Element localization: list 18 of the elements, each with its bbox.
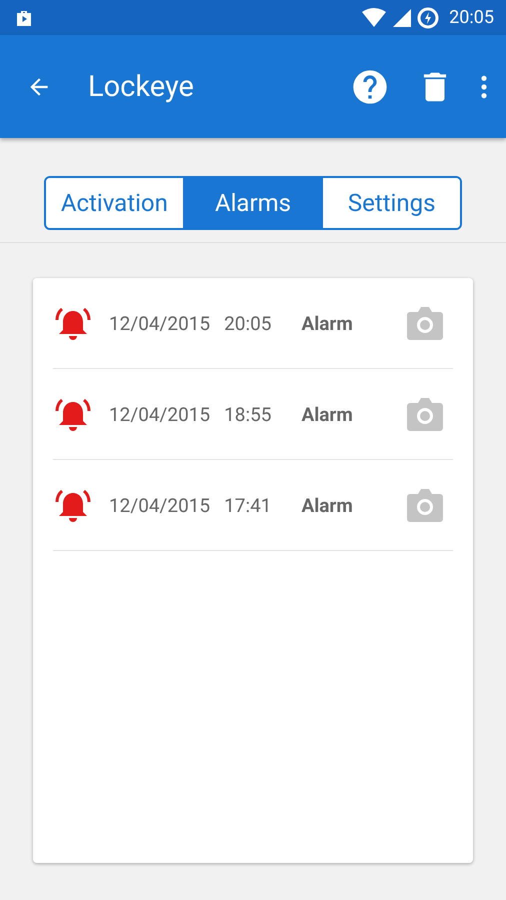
tab[interactable]: Activation: [46, 178, 183, 228]
wifi-icon: [361, 8, 388, 28]
app-title: Lockeye: [88, 70, 195, 104]
alarm-date: 12/04/2015: [109, 494, 210, 516]
clock-time: 20:05: [449, 7, 494, 28]
tab[interactable]: Settings: [321, 178, 460, 228]
alarm-type: Alarm: [301, 312, 354, 334]
alarm-time: 18:55: [224, 402, 272, 426]
alarm-time: 20:05: [224, 312, 272, 334]
battery-saver-icon: [417, 6, 440, 28]
alarm-type: Alarm: [301, 494, 354, 516]
signal-icon: [393, 8, 412, 26]
alarm-type: Alarm: [301, 402, 354, 426]
alarm-date: 12/04/2015: [109, 312, 210, 334]
alarm-date: 12/04/2015: [109, 402, 210, 426]
alarm-time: 17:41: [224, 494, 272, 516]
tab[interactable]: Alarms: [182, 178, 322, 228]
more-menu-icon[interactable]: [480, 74, 488, 100]
